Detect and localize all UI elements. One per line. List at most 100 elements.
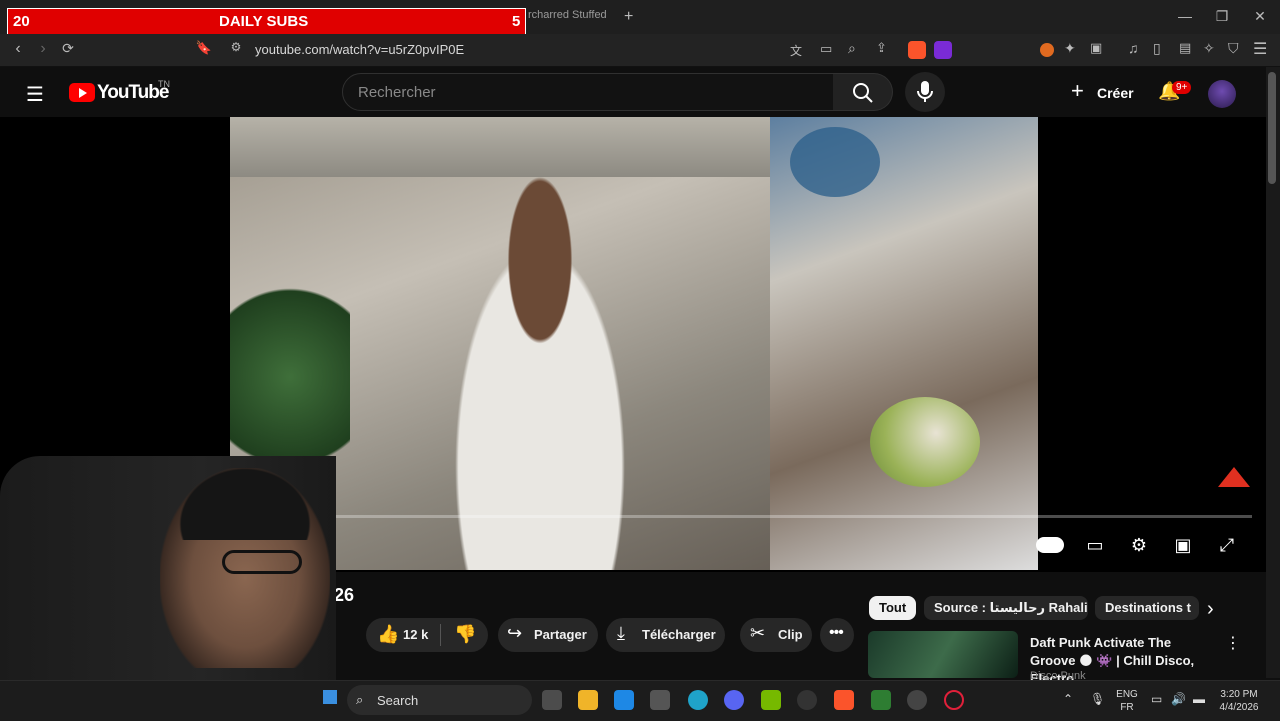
tray-chevron-icon[interactable]: ⌃ (1063, 692, 1073, 706)
volume-icon[interactable]: 🔊 (1171, 692, 1186, 706)
taskbar-search-label: Search (377, 693, 419, 708)
steam-icon[interactable] (797, 690, 817, 710)
store-icon[interactable] (614, 690, 634, 710)
next-arrow-icon (1218, 467, 1250, 487)
clock[interactable]: 3:20 PM 4/4/2026 (1214, 688, 1264, 714)
file-explorer-icon[interactable] (578, 690, 598, 710)
miniplayer-icon[interactable]: ▣ (1169, 535, 1197, 556)
music-icon[interactable]: ♫ (1128, 40, 1139, 56)
share-label: Partager (534, 627, 587, 642)
hamburger-icon[interactable]: ☰ (26, 82, 44, 107)
search-button[interactable] (833, 73, 893, 111)
address-url[interactable]: youtube.com/watch?v=u5rZ0pvIP0E (255, 42, 464, 57)
wallet-icon[interactable]: ▤ (1179, 40, 1191, 56)
video-scene-coconut (870, 397, 980, 487)
search-placeholder: Rechercher (358, 84, 436, 101)
create-label: Créer (1097, 85, 1134, 101)
autoplay-toggle[interactable] (1036, 537, 1064, 553)
browser-tab-title[interactable]: rcharred Stuffed (528, 9, 623, 21)
minimize-icon[interactable]: — (1175, 8, 1195, 24)
menu-icon[interactable]: ☰ (1253, 39, 1267, 59)
avatar[interactable] (1208, 80, 1236, 108)
obs-icon[interactable] (907, 690, 927, 710)
mic-icon (917, 81, 933, 102)
recommendation-thumbnail[interactable] (868, 631, 1018, 678)
zoom-icon[interactable]: ⌕ (848, 40, 856, 57)
rewards-icon[interactable] (934, 41, 952, 59)
more-icon: ••• (829, 624, 844, 641)
chevron-right-icon[interactable]: › (1207, 598, 1214, 621)
youtube-play-icon (79, 88, 87, 98)
site-info-icon[interactable]: ⚙ (226, 40, 246, 54)
browser-address-bar (0, 34, 1280, 67)
plus-icon: + (1071, 78, 1084, 103)
puzzle-icon[interactable]: ✦ (1064, 40, 1076, 57)
leo-icon[interactable]: ✧ (1203, 40, 1215, 57)
fullscreen-icon[interactable]: ⤢ (1213, 535, 1241, 556)
battery-icon[interactable]: ▬ (1193, 692, 1205, 706)
share-page-icon[interactable]: ⇪ (876, 40, 887, 56)
clip-label: Clip (778, 627, 803, 642)
back-icon[interactable]: ‹ (8, 40, 28, 58)
webcam-headset (170, 460, 320, 540)
start-icon[interactable] (323, 690, 337, 704)
recommendation-menu-icon[interactable]: ⋮ (1225, 633, 1241, 653)
subs-right-count: 5 (512, 13, 521, 30)
clock-date: 4/4/2026 (1219, 702, 1259, 713)
lang-bottom: FR (1120, 702, 1134, 713)
like-count[interactable]: 12 k (403, 627, 428, 642)
windows-taskbar (0, 680, 1280, 721)
edge-icon[interactable] (688, 690, 708, 710)
subs-title: DAILY SUBS (219, 13, 309, 30)
download-label: Télécharger (642, 627, 716, 642)
bookmark-icon[interactable]: 🔖 (194, 40, 214, 56)
app-icon[interactable] (650, 690, 670, 710)
chip-source[interactable]: Source : رحاليستا Rahalista (924, 596, 1088, 620)
taskbar-search[interactable] (347, 685, 532, 715)
screenshot-icon[interactable]: ▣ (1090, 40, 1102, 56)
maximize-icon[interactable]: ❐ (1212, 8, 1232, 25)
clock-time: 3:20 PM (1220, 689, 1258, 700)
forward-icon[interactable]: › (33, 40, 53, 58)
new-tab-icon[interactable]: + (624, 8, 633, 26)
dislike-icon[interactable]: 👎 (454, 624, 476, 645)
like-icon[interactable]: 👍 (377, 624, 399, 645)
vpn-icon[interactable]: ⛉ (1228, 40, 1239, 57)
close-icon[interactable]: ✕ (1250, 8, 1270, 25)
clip-icon: ✂ (750, 623, 766, 643)
brave-icon[interactable] (834, 690, 854, 710)
task-view-icon[interactable] (542, 690, 562, 710)
opera-icon[interactable] (944, 690, 964, 710)
language-indicator[interactable]: ENG FR (1114, 688, 1140, 714)
video-scene-sign (790, 127, 880, 197)
reload-icon[interactable]: ⟳ (58, 40, 78, 57)
voice-search-button[interactable] (905, 72, 945, 112)
translate-icon[interactable]: 文 (790, 42, 802, 59)
subs-left-count: 20 (13, 13, 30, 30)
taskbar-search-icon: ⌕ (356, 692, 364, 707)
video-frame[interactable] (230, 117, 1038, 570)
sidebar-icon[interactable]: ▯ (1153, 40, 1161, 57)
nvidia-icon[interactable] (761, 690, 781, 710)
network-icon[interactable]: ▭ (1151, 692, 1162, 706)
brave-shield-icon[interactable] (908, 41, 926, 59)
chip-all[interactable]: Tout (869, 596, 916, 620)
video-scene-person (420, 157, 660, 570)
download-icon: ⤓ (617, 623, 625, 643)
discord-icon[interactable] (724, 690, 744, 710)
microphone-tray-icon[interactable]: 🎙 (1090, 692, 1105, 706)
lang-top: ENG (1116, 689, 1138, 700)
daily-subs-banner: 20 DAILY SUBS 5 (7, 8, 526, 35)
media-player-icon[interactable] (871, 690, 891, 710)
notification-badge: 9+ (1172, 81, 1192, 94)
like-divider (440, 624, 441, 646)
subtitles-icon[interactable]: ▭ (1081, 535, 1109, 556)
cast-icon[interactable]: ▭ (820, 41, 832, 57)
search-icon (853, 83, 873, 103)
settings-icon[interactable]: ⚙ (1125, 535, 1153, 556)
chip-destinations[interactable]: Destinations t (1095, 596, 1199, 620)
more-actions-button[interactable]: ••• (820, 618, 854, 652)
scrollbar-thumb[interactable] (1268, 72, 1276, 184)
extension-icon[interactable] (1040, 43, 1054, 57)
webcam-glasses (222, 550, 302, 574)
